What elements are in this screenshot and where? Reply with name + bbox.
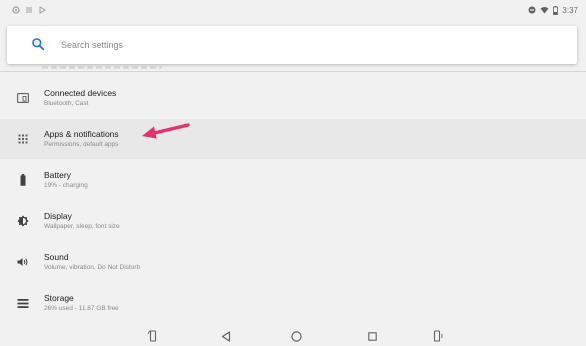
notification-icon (26, 7, 32, 13)
wifi-icon (540, 7, 549, 14)
battery-icon (553, 5, 559, 15)
settings-item-storage[interactable]: Storage 26% used - 11.87 GB free (0, 283, 586, 323)
status-time: 3:37 (562, 5, 578, 15)
back-icon[interactable] (218, 328, 234, 344)
apps-grid-icon (16, 132, 30, 146)
settings-item-subtitle: 19% - charging (44, 181, 88, 189)
settings-item-connected-devices[interactable]: Connected devices Bluetooth, Cast (0, 78, 586, 118)
volume-icon (16, 255, 30, 269)
settings-item-text: Connected devices Bluetooth, Cast (44, 88, 116, 109)
brightness-icon (16, 214, 30, 228)
settings-item-text: Battery 19% - charging (44, 170, 88, 191)
scrolled-item-peek (42, 66, 162, 69)
settings-item-subtitle: Bluetooth, Cast (44, 99, 89, 107)
settings-item-text: Display Wallpaper, sleep, font size (44, 211, 120, 232)
search-bar[interactable] (7, 26, 577, 64)
settings-item-title: Apps & notifications (44, 128, 119, 139)
settings-item-title: Connected devices (44, 87, 117, 98)
settings-item-subtitle: 26% used - 11.87 GB free (44, 304, 119, 312)
settings-item-title: Storage (44, 292, 74, 303)
settings-item-title: Battery (44, 169, 71, 180)
home-icon[interactable] (288, 328, 304, 344)
navigation-bar (0, 328, 586, 346)
settings-item-sound[interactable]: Sound Volume, vibration, Do Not Disturb (0, 242, 586, 282)
settings-item-battery[interactable]: Battery 19% - charging (0, 160, 586, 200)
settings-item-text: Apps & notifications Permissions, defaul… (44, 129, 119, 150)
header-divider (0, 71, 586, 72)
devices-icon (16, 91, 30, 105)
settings-item-title: Sound (44, 251, 69, 262)
settings-item-apps-notifications[interactable]: Apps & notifications Permissions, defaul… (0, 119, 586, 159)
settings-icon (12, 6, 20, 14)
storage-icon (16, 296, 30, 310)
rotate-icon[interactable] (145, 328, 161, 344)
settings-item-title: Display (44, 210, 72, 221)
do-not-disturb-icon (528, 6, 536, 14)
status-left (12, 6, 46, 14)
settings-item-text: Storage 26% used - 11.87 GB free (44, 293, 119, 314)
settings-item-text: Sound Volume, vibration, Do Not Disturb (44, 252, 140, 273)
settings-item-subtitle: Volume, vibration, Do Not Disturb (44, 263, 141, 271)
settings-item-subtitle: Wallpaper, sleep, font size (44, 222, 120, 230)
volume-down-icon[interactable] (430, 328, 446, 344)
search-input[interactable] (61, 40, 461, 50)
status-right: 3:37 (528, 5, 578, 15)
play-store-icon (39, 6, 46, 14)
recents-icon[interactable] (364, 328, 380, 344)
status-bar: 3:37 (0, 0, 586, 20)
settings-item-display[interactable]: Display Wallpaper, sleep, font size (0, 201, 586, 241)
battery-icon (16, 173, 30, 187)
settings-item-subtitle: Permissions, default apps (44, 140, 119, 148)
annotation-arrow-icon (142, 123, 190, 139)
search-icon[interactable] (31, 37, 47, 53)
